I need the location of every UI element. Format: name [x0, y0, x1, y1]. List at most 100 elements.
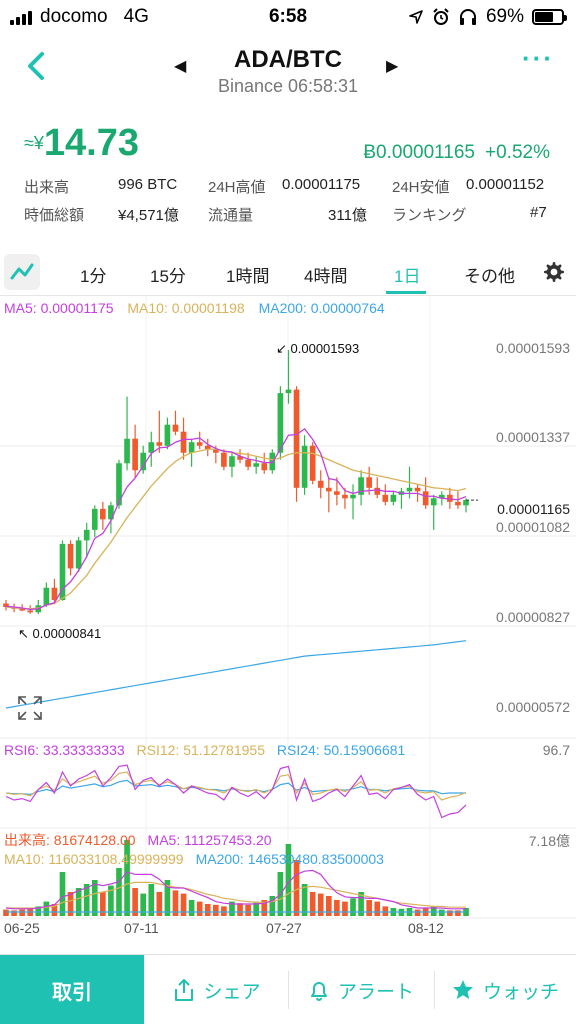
stat-label: 出来高 [24, 179, 70, 196]
stats-row-1: 出来高 996 BTC 24H高値 0.00001175 24H安値 0.000… [24, 176, 554, 204]
chart-area[interactable]: MA5: 0.00001175 MA10: 0.00001198 MA200: … [0, 296, 576, 936]
volume-bar [325, 896, 332, 916]
volume-bar [196, 901, 203, 916]
y-tick: 0.00001593 [496, 340, 570, 356]
volume-bar [334, 900, 340, 916]
tab-other[interactable]: その他 [464, 262, 515, 287]
stats-row-2: 時価総額 ¥4,571億 流通量 311億 ランキング #7 [24, 204, 554, 232]
btc-price-value: Ƀ0.00001165 [363, 142, 476, 163]
stat-label: 流通量 [208, 207, 254, 224]
expand-icon[interactable] [16, 694, 44, 722]
candle-body [27, 610, 34, 613]
candle-body [317, 480, 324, 488]
candle-body [309, 445, 316, 481]
stat-label: 時価総額 [24, 207, 85, 224]
vol-ma5-line [5, 869, 466, 910]
x-tick: 08-12 [408, 920, 444, 936]
volume-bar [350, 898, 356, 916]
volume-bar [382, 906, 389, 916]
tab-1d[interactable]: 1日 [394, 262, 420, 287]
volume-bar [116, 868, 122, 916]
rsi-max-label: 96.7 [542, 742, 570, 758]
candle-body [301, 445, 308, 488]
stat-value: #7 [530, 204, 547, 221]
stat-value: 0.00001175 [282, 176, 361, 193]
vol-ma10-legend: MA10: 116033108.49999999 [4, 851, 184, 867]
ma200-legend: MA200: 0.00000764 [258, 300, 385, 316]
ma200-line [5, 640, 467, 709]
volume-bar [59, 872, 66, 916]
candle-body [406, 487, 413, 492]
tab-15m[interactable]: 15分 [150, 262, 186, 287]
candle-body [100, 508, 106, 520]
location-icon [409, 10, 423, 24]
candle-body [188, 442, 195, 453]
candle-body [277, 393, 284, 453]
ma-legend: MA5: 0.00001175 MA10: 0.00001198 MA200: … [4, 300, 395, 316]
y-tick: 0.00000827 [496, 609, 570, 625]
market-stats: 出来高 996 BTC 24H高値 0.00001175 24H安値 0.000… [24, 176, 554, 232]
alert-button[interactable]: アラート [292, 955, 430, 1024]
volume-bar [148, 884, 155, 916]
candle-body [342, 494, 348, 499]
volume-bar [342, 901, 348, 916]
rsi12-line [5, 771, 467, 801]
volume-bar [366, 900, 372, 916]
volume-legend-value: 出来高: 81674128.00 [4, 832, 136, 848]
low-annotation: ↖ 0.00000841 [18, 626, 102, 641]
more-options-icon[interactable]: ··· [518, 45, 558, 78]
line-chart-icon [10, 263, 34, 280]
tab-4h[interactable]: 4時間 [304, 262, 347, 287]
tab-1h[interactable]: 1時間 [226, 262, 269, 287]
fiat-price-value: 14.73 [43, 122, 139, 164]
bottom-action-bar: 取引 シェア アラート ウォッチ [0, 954, 576, 1024]
candle-body [350, 494, 356, 499]
rsi24-legend: RSI24: 50.15906681 [276, 742, 406, 758]
stat-value: ¥4,571億 [118, 207, 179, 224]
divider [434, 971, 435, 1009]
candle-body [172, 424, 179, 432]
trade-button[interactable]: 取引 [0, 955, 144, 1024]
candle-body [180, 431, 187, 453]
gear-icon[interactable] [542, 260, 566, 284]
volume-bar [204, 904, 211, 916]
high-value: 0.00001593 [290, 341, 360, 356]
candle-body [229, 456, 235, 467]
stat-label: 24H安値 [392, 179, 450, 196]
line-chart-toggle[interactable] [4, 254, 40, 290]
volume-bar [180, 893, 187, 916]
next-pair-button[interactable]: ▶ [386, 56, 398, 76]
volume-bar [317, 893, 324, 916]
ma10-legend: MA10: 0.00001198 [127, 300, 245, 316]
header: ◀ ADA/BTC Binance 06:58:31 ▶ ··· [0, 34, 576, 104]
share-button[interactable]: シェア [150, 955, 284, 1024]
candle-body [366, 477, 372, 488]
candle-body [245, 459, 251, 467]
rsi6-legend: RSI6: 33.33333333 [4, 742, 125, 758]
volume-legend: 出来高: 81674128.00 MA5: 111257453.20 MA10: … [4, 831, 396, 869]
candle-body [43, 587, 50, 606]
candle-body [140, 452, 147, 471]
volume-bar [3, 909, 9, 916]
star-icon [452, 980, 473, 999]
volume-bar [447, 910, 453, 916]
fiat-price: ≈¥14.73 [24, 122, 139, 165]
current-price-label: 0.00001165 [497, 501, 570, 517]
share-label: シェア [203, 981, 261, 1003]
candle-body [253, 463, 259, 467]
stat-value: 311億 [328, 207, 367, 224]
candle-body [51, 587, 58, 601]
candle-body [148, 442, 155, 453]
tab-1m[interactable]: 1分 [80, 262, 106, 287]
share-icon [175, 979, 194, 1001]
candle-body [261, 463, 268, 471]
candle-body [124, 438, 130, 464]
ma5-legend: MA5: 0.00001175 [4, 300, 114, 316]
btc-price: Ƀ0.00001165 +0.52% [363, 142, 550, 164]
headphones-icon [459, 9, 476, 25]
candle-body [414, 487, 421, 492]
candle-body [382, 494, 389, 502]
volume-bar [19, 909, 25, 916]
candle-body [156, 442, 163, 446]
watch-button[interactable]: ウォッチ [438, 955, 572, 1024]
